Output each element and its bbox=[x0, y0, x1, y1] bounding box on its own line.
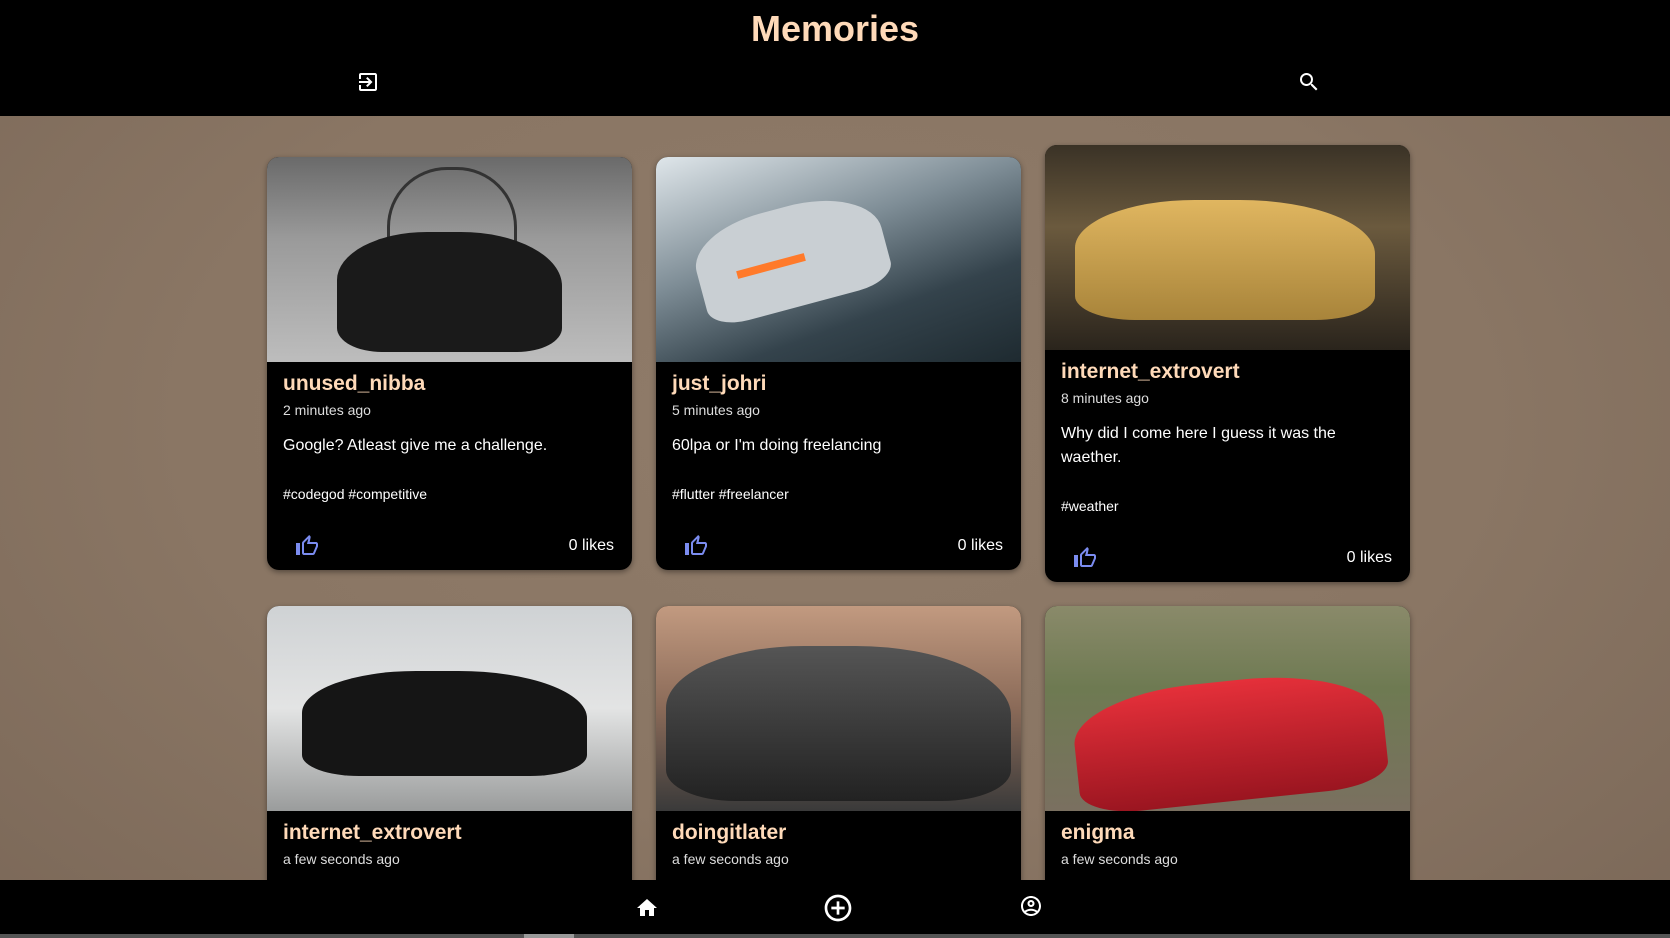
post-time: a few seconds ago bbox=[1061, 851, 1178, 867]
post-card[interactable]: internet_extrovert a few seconds ago bbox=[267, 606, 632, 906]
post-time: 2 minutes ago bbox=[283, 402, 371, 418]
post-username[interactable]: enigma bbox=[1061, 819, 1394, 847]
post-tags: #codegod #competitive bbox=[283, 486, 427, 502]
post-time: 5 minutes ago bbox=[672, 402, 760, 418]
post-image bbox=[267, 606, 632, 811]
post-image bbox=[1045, 145, 1410, 350]
post-username[interactable]: internet_extrovert bbox=[283, 819, 616, 847]
post-image bbox=[267, 157, 632, 362]
likes-count: 0 likes bbox=[568, 537, 614, 554]
post-tags: #flutter #freelancer bbox=[672, 486, 789, 502]
post-card[interactable]: doingitlater a few seconds ago bbox=[656, 606, 1021, 906]
post-caption: Why did I come here I guess it was the w… bbox=[1061, 425, 1336, 466]
post-card[interactable]: unused_nibba 2 minutes ago Google? Atlea… bbox=[267, 157, 632, 570]
app-header: Memories bbox=[0, 0, 1670, 116]
account-circle-icon[interactable] bbox=[1019, 894, 1043, 923]
post-username[interactable]: unused_nibba bbox=[283, 370, 616, 398]
search-icon[interactable] bbox=[1297, 70, 1321, 94]
post-card[interactable]: internet_extrovert 8 minutes ago Why did… bbox=[1045, 145, 1410, 582]
likes-count: 0 likes bbox=[1346, 549, 1392, 566]
post-username[interactable]: internet_extrovert bbox=[1061, 358, 1394, 386]
post-tags: #weather bbox=[1061, 498, 1119, 514]
post-time: a few seconds ago bbox=[283, 851, 400, 867]
post-username[interactable]: just_johri bbox=[672, 370, 1005, 398]
post-card[interactable]: enigma a few seconds ago bbox=[1045, 606, 1410, 906]
add-circle-icon[interactable] bbox=[822, 892, 854, 929]
thumb-up-icon[interactable] bbox=[1073, 546, 1097, 570]
likes-count: 0 likes bbox=[957, 537, 1003, 554]
thumb-up-icon[interactable] bbox=[684, 534, 708, 558]
post-username[interactable]: doingitlater bbox=[672, 819, 1005, 847]
scrollbar-thumb[interactable] bbox=[524, 934, 574, 938]
post-card[interactable]: just_johri 5 minutes ago 60lpa or I'm do… bbox=[656, 157, 1021, 570]
post-time: a few seconds ago bbox=[672, 851, 789, 867]
logout-icon[interactable] bbox=[356, 70, 380, 94]
bottom-nav bbox=[0, 880, 1670, 938]
post-time: 8 minutes ago bbox=[1061, 390, 1149, 406]
post-image bbox=[656, 157, 1021, 362]
post-caption: 60lpa or I'm doing freelancing bbox=[672, 437, 882, 454]
horizontal-scrollbar[interactable] bbox=[0, 934, 1670, 938]
thumb-up-icon[interactable] bbox=[295, 534, 319, 558]
page-title: Memories bbox=[750, 8, 920, 49]
post-image bbox=[1045, 606, 1410, 811]
post-caption: Google? Atleast give me a challenge. bbox=[283, 437, 548, 454]
post-image bbox=[656, 606, 1021, 811]
home-icon[interactable] bbox=[635, 896, 659, 925]
